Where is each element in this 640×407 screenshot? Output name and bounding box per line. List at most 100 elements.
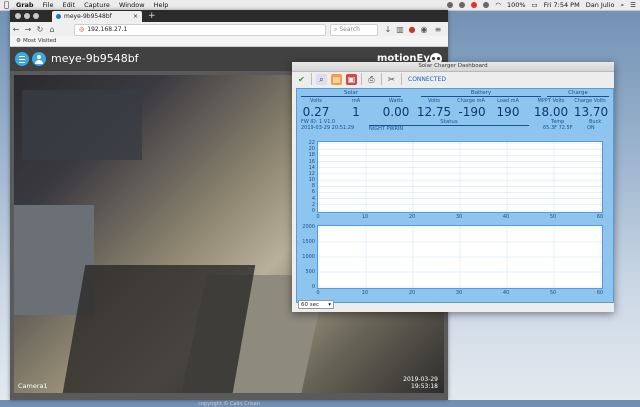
chart2-ytick-label: 2000: [302, 224, 315, 230]
zoom-icon[interactable]: ⌕: [316, 73, 327, 85]
label-solar-volts: Volts: [309, 98, 323, 104]
label-solar-ma: mA: [351, 98, 361, 104]
chart2-ytick-label: 1000: [302, 254, 315, 260]
hamburger-menu-icon[interactable]: [15, 52, 29, 66]
battery-percent[interactable]: 100%: [507, 0, 526, 10]
label-load-ma: Load mA: [497, 98, 519, 104]
save-icon[interactable]: ▣: [346, 73, 357, 85]
status-tray-icon[interactable]: [459, 2, 466, 8]
minimize-window-button[interactable]: [24, 13, 30, 19]
wifi-icon[interactable]: ◠: [495, 0, 501, 10]
chart1-xtick-label: 30: [455, 214, 463, 220]
menu-window[interactable]: Window: [119, 0, 145, 10]
chart2-xtick-label: 60: [596, 290, 604, 296]
value-charge-volts: 13.70: [573, 105, 609, 119]
time-range-value: 60 sec: [301, 302, 320, 308]
night-status: NIGHT PWRIN: [369, 126, 404, 132]
chart1-ytick-label: 12: [308, 170, 315, 177]
menu-icon[interactable]: ≡: [432, 25, 444, 34]
reload-icon[interactable]: ↻: [34, 25, 46, 34]
label-battery-volts: Volts: [427, 98, 441, 104]
battery-icon[interactable]: ▭: [532, 0, 538, 10]
print-icon[interactable]: ⎙: [366, 74, 377, 85]
zoom-window-button[interactable]: [33, 13, 39, 19]
search-icon[interactable]: ⌕: [621, 0, 625, 10]
chart2-xtick-label: 50: [549, 290, 557, 296]
chart2-ytick-label: 0: [311, 284, 315, 290]
url-text: 192.168.27.1: [87, 26, 128, 33]
menu-file[interactable]: File: [43, 0, 54, 10]
toolbar-separator: [381, 73, 382, 85]
browser-tab[interactable]: meye-9b9548bf ×: [52, 11, 142, 22]
tab-strip: meye-9b9548bf × +: [10, 10, 448, 22]
close-tab-icon[interactable]: ×: [133, 11, 138, 22]
value-solar-volts: 0.27: [302, 105, 330, 119]
extension-icon[interactable]: ◉: [418, 25, 430, 34]
library-icon[interactable]: ▥: [394, 25, 406, 34]
chart1-xtick-label: 20: [408, 214, 416, 220]
value-solar-watts: 0.00: [382, 105, 410, 119]
chart-voltage: [317, 141, 603, 213]
chart-current: [317, 225, 603, 289]
connect-icon[interactable]: ✔: [296, 74, 307, 85]
insecure-icon[interactable]: ◎: [79, 26, 84, 33]
value-load-ma: 190: [496, 105, 520, 119]
solar-toolbar: ✔ ⌕ ▤ ▣ ⎙ ✂ CONNECTED: [292, 71, 614, 87]
browser-toolbar: ← → ↻ ⌂ ◎ 192.168.27.1 ⌕ Search ↓ ▥ ● ◉ ≡: [10, 22, 448, 36]
chart1-ytick-label: 14: [308, 164, 315, 171]
chart2-ytick-label: 1500: [302, 239, 315, 245]
menu-clock[interactable]: Fri 7:54 PM: [544, 0, 580, 10]
chart1-xtick-label: 10: [361, 214, 369, 220]
temp-value: 65.3F 72.5F: [543, 125, 573, 131]
status-tray-icon[interactable]: [471, 2, 478, 8]
new-tab-button[interactable]: +: [148, 10, 156, 22]
forward-icon[interactable]: →: [22, 25, 34, 34]
chart1-xtick-label: 0: [316, 214, 320, 220]
chart2-xtick-label: 0: [316, 290, 320, 296]
chart2-xtick-label: 40: [502, 290, 510, 296]
extension-icon[interactable]: ●: [406, 25, 418, 34]
status-tray-icon[interactable]: [483, 2, 490, 8]
chart1-xtick-label: 60: [596, 214, 604, 220]
chart2-xtick-label: 10: [361, 290, 369, 296]
chart1-ytick-label: 2: [311, 201, 315, 208]
readings-panel: Solar Battery Charge Volts mA Watts Volt…: [296, 88, 614, 303]
camera-timestamp-overlay: 2019-03-29 19:53:18: [403, 376, 438, 390]
toolbar-separator: [361, 73, 362, 85]
apple-menu-icon[interactable]: : [4, 0, 12, 10]
tools-icon[interactable]: ✂: [386, 74, 397, 85]
list-icon[interactable]: ☰: [630, 0, 636, 10]
bookmark-most-visited[interactable]: Most Visited: [23, 38, 56, 44]
search-input[interactable]: ⌕ Search: [330, 24, 378, 36]
group-status: Status: [369, 119, 529, 126]
downloads-icon[interactable]: ↓: [382, 25, 394, 34]
label-charge-ma: Charge mA: [457, 98, 485, 104]
connection-status: CONNECTED: [408, 75, 446, 83]
search-icon: ⌕: [334, 26, 338, 33]
camera-date: 2019-03-29: [403, 376, 438, 383]
home-icon[interactable]: ⌂: [46, 25, 58, 34]
url-bar[interactable]: ◎ 192.168.27.1: [74, 24, 326, 36]
user-icon[interactable]: [32, 52, 46, 66]
last-update-timestamp: 2019-03-29 20:51:29: [301, 125, 355, 131]
back-icon[interactable]: ←: [10, 25, 22, 34]
favicon-icon: [56, 14, 61, 19]
menu-edit[interactable]: Edit: [62, 0, 75, 10]
menu-user[interactable]: Dan Julio: [586, 0, 615, 10]
menu-help[interactable]: Help: [154, 0, 169, 10]
menu-capture[interactable]: Capture: [84, 0, 110, 10]
toolbar-separator: [311, 73, 312, 85]
chart1-ytick-label: 8: [311, 183, 315, 190]
close-window-button[interactable]: [15, 13, 21, 19]
time-range-select[interactable]: 60 sec ▾: [298, 300, 334, 309]
chart1-xtick-label: 50: [549, 214, 557, 220]
value-battery-volts: 12.75: [416, 105, 452, 119]
status-tray-icon[interactable]: [447, 2, 454, 8]
label-solar-watts: Watts: [388, 98, 404, 104]
folder-icon[interactable]: ▤: [331, 73, 342, 85]
menu-app-name[interactable]: Grab: [16, 0, 34, 10]
chart1-ytick-label: 22: [308, 140, 315, 146]
chart1-ytick-label: 10: [308, 177, 315, 184]
chart1-ytick-label: 0: [311, 208, 315, 214]
tab-title: meye-9b9548bf: [64, 13, 112, 20]
